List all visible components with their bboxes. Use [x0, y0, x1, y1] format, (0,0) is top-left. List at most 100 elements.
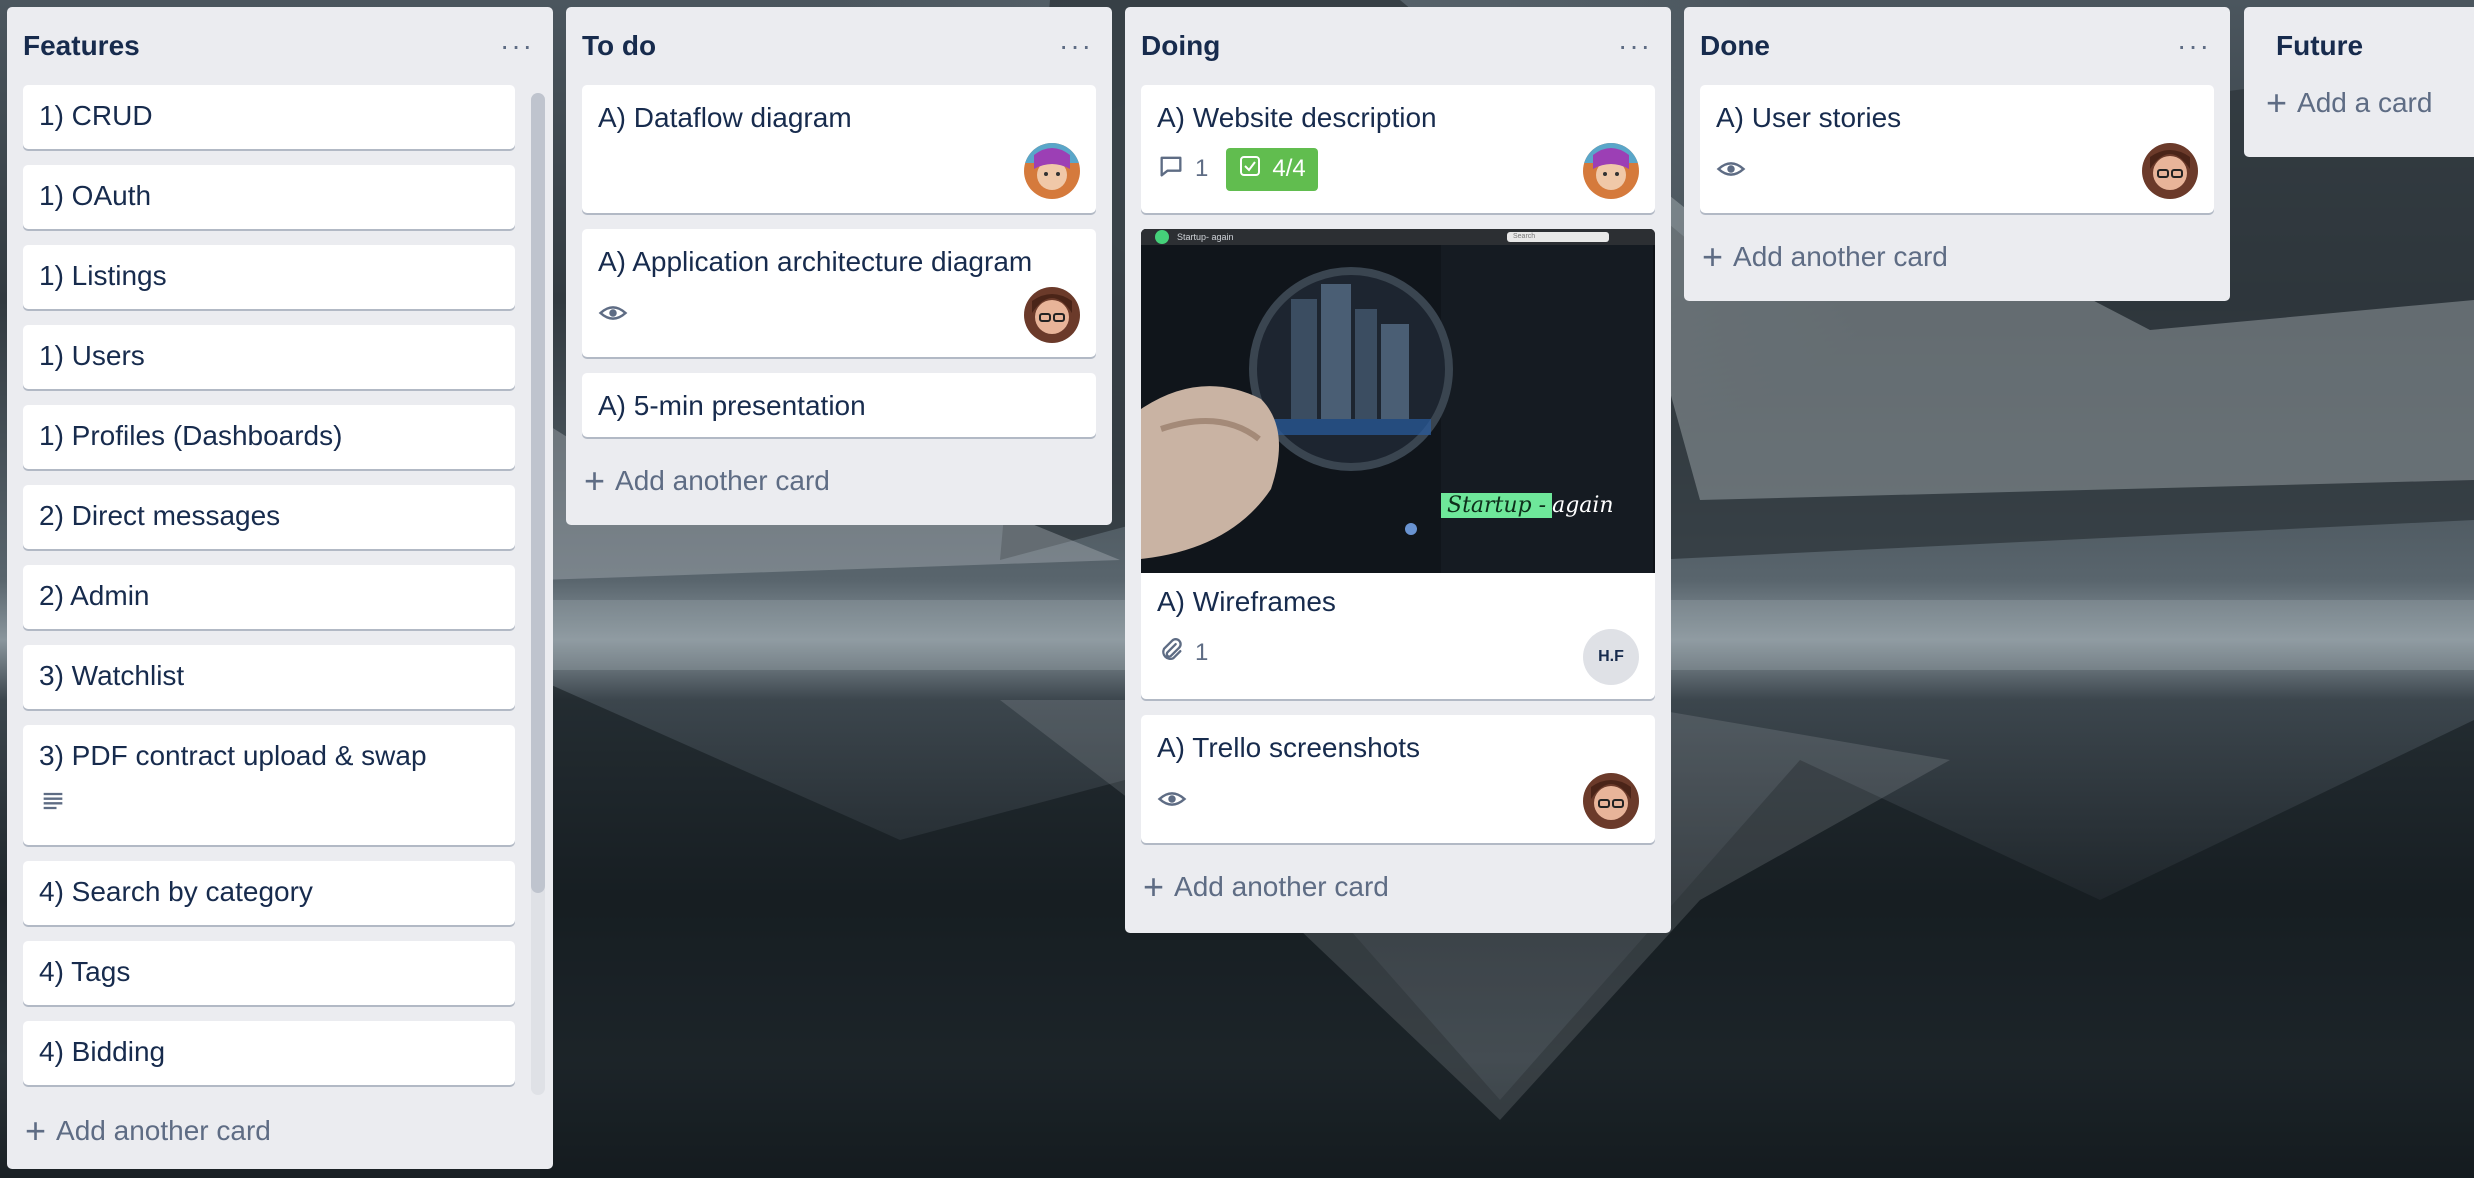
add-card-label: Add another card	[1174, 871, 1389, 902]
member-avatar[interactable]	[1024, 287, 1080, 343]
comment-count: 1	[1195, 155, 1209, 182]
card-title: A) Website description	[1157, 102, 1437, 133]
card-cover-image: Startup- again Search Startup - again	[1141, 229, 1655, 573]
card-title: A) Trello screenshots	[1157, 732, 1420, 763]
cover-caption-highlight: Startup -	[1441, 493, 1553, 518]
list-title[interactable]: Future	[2276, 30, 2363, 62]
cover-search-box: Search	[1507, 232, 1609, 242]
list-doing: Doing ··· A) Website description 1 4/4 S…	[1125, 7, 1671, 933]
card[interactable]: 1) OAuth	[23, 165, 515, 229]
card[interactable]: 2) Admin	[23, 565, 515, 629]
checklist-icon	[1238, 154, 1262, 185]
card-title: A) User stories	[1716, 102, 1902, 133]
card-title: A) 5-min presentation	[598, 390, 866, 421]
plus-icon: +	[1143, 866, 1165, 907]
watch-eye-icon	[1716, 154, 1746, 184]
paperclip-icon	[1157, 636, 1185, 671]
list-title[interactable]: Doing	[1141, 30, 1220, 62]
card-badges	[1157, 779, 1639, 819]
card[interactable]: A) Dataflow diagram	[582, 85, 1096, 213]
card[interactable]: A) Application architecture diagram	[582, 229, 1096, 357]
watch-eye-icon	[1157, 784, 1187, 814]
card-title: 1) Users	[39, 340, 145, 371]
card-title: 1) Profiles (Dashboards)	[39, 420, 343, 451]
card-title: A) Application architecture diagram	[598, 246, 1033, 277]
add-card-button[interactable]: + Add another card	[566, 449, 1112, 513]
card-title: A) Wireframes	[1157, 586, 1336, 617]
list-title[interactable]: Done	[1700, 30, 1770, 62]
card[interactable]: A) Trello screenshots	[1141, 715, 1655, 843]
card-badges: 1 4/4	[1157, 147, 1639, 191]
list-header: Done ···	[1684, 7, 2230, 85]
add-card-button[interactable]: + Add a card	[2244, 71, 2474, 135]
card[interactable]: 1) Users	[23, 325, 515, 389]
card-list: A) User stories	[1684, 85, 2230, 213]
comments-badge: 1	[1157, 152, 1208, 187]
card-title: 2) Admin	[39, 580, 150, 611]
card[interactable]: A) Website description 1 4/4	[1141, 85, 1655, 213]
card-badges	[39, 781, 499, 821]
member-avatar[interactable]	[1583, 773, 1639, 829]
list-title[interactable]: Features	[23, 30, 140, 62]
card-list: A) Dataflow diagram A) Application archi…	[566, 85, 1112, 437]
card-title: 4) Bidding	[39, 1036, 166, 1067]
add-card-label: Add another card	[56, 1115, 271, 1146]
card-title: 4) Search by category	[39, 876, 313, 907]
member-avatar-initials[interactable]: H.F	[1583, 629, 1639, 685]
card[interactable]: 4) Bidding	[23, 1021, 515, 1085]
list-scrollbar[interactable]	[531, 93, 545, 1095]
checklist-badge: 4/4	[1226, 147, 1318, 191]
card-title: 1) OAuth	[39, 180, 152, 211]
card[interactable]: 1) Profiles (Dashboards)	[23, 405, 515, 469]
add-card-button[interactable]: + Add another card	[1125, 855, 1671, 919]
card[interactable]: 4) Search by category	[23, 861, 515, 925]
cover-site-header: Startup- again Search	[1141, 229, 1655, 245]
list-menu-button[interactable]: ···	[497, 32, 537, 60]
add-card-button[interactable]: + Add another card	[7, 1099, 289, 1163]
card-title: 1) CRUD	[39, 100, 153, 131]
cover-caption: Startup - again	[1441, 493, 1614, 518]
list-menu-button[interactable]: ···	[1615, 32, 1655, 60]
list-features: Features ··· 1) CRUD 1) OAuth 1) Listing…	[7, 7, 553, 1169]
list-menu-button[interactable]: ···	[1056, 32, 1096, 60]
card[interactable]: 4) Tags	[23, 941, 515, 1005]
attachments-badge: 1	[1157, 636, 1208, 671]
list-menu-button[interactable]: ···	[2174, 32, 2214, 60]
card-list: A) Website description 1 4/4 Startup- ag…	[1125, 85, 1671, 843]
member-avatar[interactable]	[2142, 143, 2198, 199]
description-icon	[39, 787, 67, 815]
plus-icon: +	[2266, 82, 2288, 123]
magnifier-city-photo	[1141, 229, 1653, 573]
list-header: Doing ···	[1125, 7, 1671, 85]
plus-icon: +	[584, 460, 606, 501]
member-avatar[interactable]	[1583, 143, 1639, 199]
card[interactable]: A) User stories	[1700, 85, 2214, 213]
list-title[interactable]: To do	[582, 30, 656, 62]
list-header: To do ···	[566, 7, 1112, 85]
list-future: Future + Add a card	[2244, 7, 2474, 157]
card[interactable]: 1) CRUD	[23, 85, 515, 149]
plus-icon: +	[1702, 236, 1724, 277]
cover-brand-text: Startup- again	[1177, 232, 1234, 242]
card[interactable]: 3) PDF contract upload & swap	[23, 725, 515, 845]
add-card-label: Add another card	[1733, 241, 1948, 272]
card[interactable]: 3) Watchlist	[23, 645, 515, 709]
add-card-button[interactable]: + Add another card	[1684, 225, 2230, 289]
card-badges	[1716, 149, 2198, 189]
list-header: Features ···	[7, 7, 553, 85]
comment-icon	[1157, 152, 1185, 187]
scrollbar-thumb[interactable]	[531, 93, 545, 893]
card[interactable]: A) 5-min presentation	[582, 373, 1096, 437]
watch-eye-icon	[598, 298, 628, 328]
card-title: 2) Direct messages	[39, 500, 281, 531]
card[interactable]: 1) Listings	[23, 245, 515, 309]
site-logo-icon	[1155, 230, 1169, 244]
add-card-label: Add a card	[2297, 87, 2433, 118]
card-title: 4) Tags	[39, 956, 131, 987]
card[interactable]: 2) Direct messages	[23, 485, 515, 549]
member-avatar[interactable]	[1024, 143, 1080, 199]
list-done: Done ··· A) User stories + Add another c…	[1684, 7, 2230, 301]
card-title: A) Dataflow diagram	[598, 102, 852, 133]
card[interactable]: Startup- again Search Startup - again A) …	[1141, 229, 1655, 699]
card-badges: 1	[1157, 633, 1639, 673]
